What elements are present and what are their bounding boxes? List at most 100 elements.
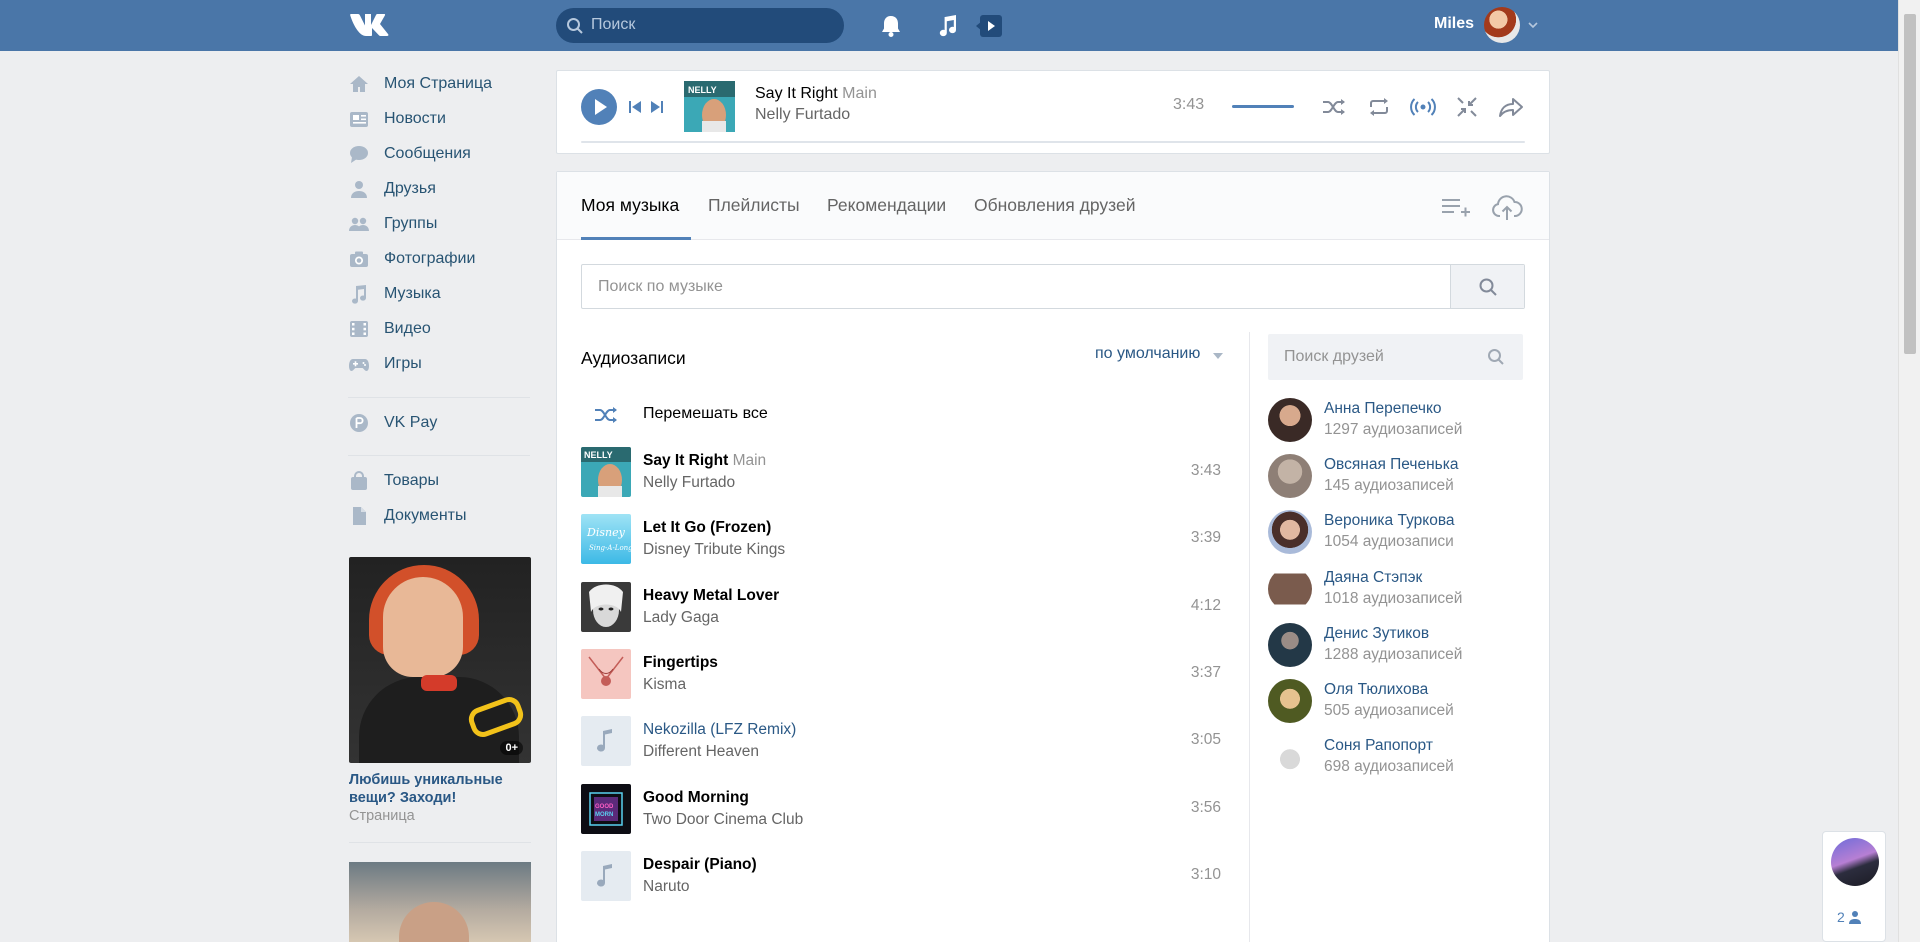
tab-my-music[interactable]: Моя музыка	[581, 195, 679, 216]
friend-item[interactable]: Вероника Туркова 1054 аудиозаписи	[1268, 510, 1523, 556]
play-button[interactable]	[581, 89, 617, 125]
friend-item[interactable]: Оля Тюлихова 505 аудиозаписей	[1268, 679, 1523, 725]
track-title[interactable]: Fingertips	[643, 654, 718, 672]
tab-recommendations[interactable]: Рекомендации	[827, 195, 946, 216]
shuffle-icon[interactable]	[1320, 93, 1348, 121]
promo-image-2[interactable]	[349, 862, 531, 942]
upload-cloud-icon[interactable]	[1491, 192, 1523, 224]
sidebar-item-games[interactable]: Игры	[348, 350, 533, 378]
friend-name[interactable]: Денис Зутиков	[1324, 625, 1429, 643]
friend-avatar[interactable]	[1268, 735, 1312, 779]
friend-item[interactable]: Соня Рапопорт 698 аудиозаписей	[1268, 735, 1523, 781]
sidebar-item-my-page[interactable]: Моя Страница	[348, 70, 533, 98]
promo-image[interactable]: 0+	[349, 557, 531, 763]
user-avatar[interactable]	[1484, 7, 1520, 43]
track-artist[interactable]: Different Heaven	[643, 743, 759, 761]
volume-slider[interactable]	[1232, 105, 1294, 108]
friend-avatar[interactable]	[1268, 567, 1312, 611]
next-track-icon[interactable]	[649, 99, 665, 115]
track-title[interactable]: Nekozilla (LFZ Remix)	[643, 721, 796, 739]
header-search[interactable]: Поиск	[556, 8, 844, 43]
friends-search-field[interactable]: Поиск друзей	[1268, 334, 1523, 380]
music-search-field[interactable]: Поиск по музыке	[581, 264, 1525, 309]
track-row[interactable]: Heavy Metal Lover Lady Gaga 4:12	[581, 579, 1229, 635]
sidebar-item-friends[interactable]: Друзья	[348, 175, 533, 203]
chevron-down-icon[interactable]	[1213, 353, 1223, 359]
sidebar-item-messages[interactable]: Сообщения	[348, 140, 533, 168]
friend-item[interactable]: Овсяная Печенька 145 аудиозаписей	[1268, 454, 1523, 500]
track-row[interactable]: Disney Sing-A-Long Let It Go (Frozen) Disne…	[581, 511, 1229, 567]
sidebar-item-vkpay[interactable]: VK Pay	[348, 409, 533, 437]
track-title[interactable]: Despair (Piano)	[643, 856, 757, 874]
now-playing-title[interactable]: Say It Right Main	[755, 85, 877, 103]
friend-avatar[interactable]	[1268, 454, 1312, 498]
collapse-icon[interactable]	[1453, 93, 1481, 121]
chat-avatar[interactable]	[1831, 838, 1879, 886]
sidebar-item-groups[interactable]: Группы	[348, 210, 533, 238]
now-playing-artist[interactable]: Nelly Furtado	[755, 106, 850, 124]
sort-dropdown[interactable]: по умолчанию	[1095, 345, 1200, 363]
track-cover[interactable]: NELLY	[581, 447, 631, 497]
now-playing-time[interactable]: 3:43	[1173, 96, 1204, 114]
friend-avatar[interactable]	[1268, 679, 1312, 723]
bell-icon[interactable]	[877, 12, 905, 40]
track-row[interactable]: Nekozilla (LFZ Remix) Different Heaven 3:0…	[581, 713, 1229, 769]
track-artist[interactable]: Naruto	[643, 878, 690, 896]
tab-friends-updates[interactable]: Обновления друзей	[974, 195, 1135, 216]
promo-title[interactable]: Любишь уникальные вещи? Заходи!	[349, 771, 531, 807]
sidebar-item-video[interactable]: Видео	[348, 315, 533, 343]
friend-item[interactable]: Даяна Стэпэк 1018 аудиозаписей	[1268, 567, 1523, 613]
friend-name[interactable]: Овсяная Печенька	[1324, 456, 1458, 474]
repeat-icon[interactable]	[1365, 93, 1393, 121]
track-row[interactable]: Despair (Piano) Naruto 3:10	[581, 848, 1229, 904]
friend-name[interactable]: Анна Перепечко	[1324, 400, 1442, 418]
chat-widget[interactable]: 2	[1822, 831, 1886, 942]
track-row[interactable]: Fingertips Kisma 3:37	[581, 646, 1229, 702]
friend-name[interactable]: Оля Тюлихова	[1324, 681, 1428, 699]
sidebar-item-news[interactable]: Новости	[348, 105, 533, 133]
sidebar-item-goods[interactable]: Товары	[348, 467, 533, 495]
friend-item[interactable]: Денис Зутиков 1288 аудиозаписей	[1268, 623, 1523, 669]
track-artist[interactable]: Disney Tribute Kings	[643, 541, 785, 559]
music-note-icon[interactable]	[934, 12, 962, 40]
friend-avatar[interactable]	[1268, 398, 1312, 442]
friend-item[interactable]: Анна Перепечко 1297 аудиозаписей	[1268, 398, 1523, 444]
add-playlist-icon[interactable]	[1439, 192, 1471, 224]
user-name[interactable]: Miles	[1434, 15, 1474, 33]
friend-avatar[interactable]	[1268, 623, 1312, 667]
track-cover[interactable]: GOOD MORN	[581, 784, 631, 834]
shuffle-all-row[interactable]: Перемешать все	[581, 392, 1229, 436]
friend-name[interactable]: Даяна Стэпэк	[1324, 569, 1422, 587]
music-search-button[interactable]	[1450, 265, 1524, 308]
previous-track-icon[interactable]	[627, 99, 643, 115]
track-title[interactable]: Let It Go (Frozen)	[643, 519, 771, 537]
track-row[interactable]: GOOD MORN Good Morning Two Door Cinema Club…	[581, 781, 1229, 837]
track-title[interactable]: Say It Right Main	[643, 452, 766, 470]
share-icon[interactable]	[1497, 93, 1525, 121]
sidebar-item-music[interactable]: Музыка	[348, 280, 533, 308]
tab-playlists[interactable]: Плейлисты	[708, 195, 800, 216]
track-artist[interactable]: Nelly Furtado	[643, 474, 735, 492]
chevron-down-icon[interactable]	[1526, 18, 1540, 32]
track-cover[interactable]	[581, 649, 631, 699]
scrollbar-thumb[interactable]	[1904, 14, 1916, 354]
sidebar-item-documents[interactable]: Документы	[348, 502, 533, 530]
friend-name[interactable]: Вероника Туркова	[1324, 512, 1455, 530]
track-cover[interactable]	[581, 851, 631, 901]
track-title[interactable]: Good Morning	[643, 789, 749, 807]
track-cover[interactable]	[581, 716, 631, 766]
track-row[interactable]: NELLY Say It Right Main Nelly Furtado 3:43	[581, 444, 1229, 500]
track-cover[interactable]: Disney Sing-A-Long	[581, 514, 631, 564]
track-artist[interactable]: Lady Gaga	[643, 609, 719, 627]
friend-avatar[interactable]	[1268, 510, 1312, 554]
friend-name[interactable]: Соня Рапопорт	[1324, 737, 1433, 755]
track-cover[interactable]	[581, 582, 631, 632]
chat-online-count[interactable]: 2	[1837, 909, 1862, 925]
track-title[interactable]: Heavy Metal Lover	[643, 587, 779, 605]
broadcast-icon[interactable]	[1409, 93, 1437, 121]
track-artist[interactable]: Two Door Cinema Club	[643, 811, 803, 829]
video-play-icon[interactable]	[974, 11, 1004, 41]
track-artist[interactable]: Kisma	[643, 676, 686, 694]
vk-logo[interactable]	[348, 9, 392, 41]
sidebar-item-photos[interactable]: Фотографии	[348, 245, 533, 273]
